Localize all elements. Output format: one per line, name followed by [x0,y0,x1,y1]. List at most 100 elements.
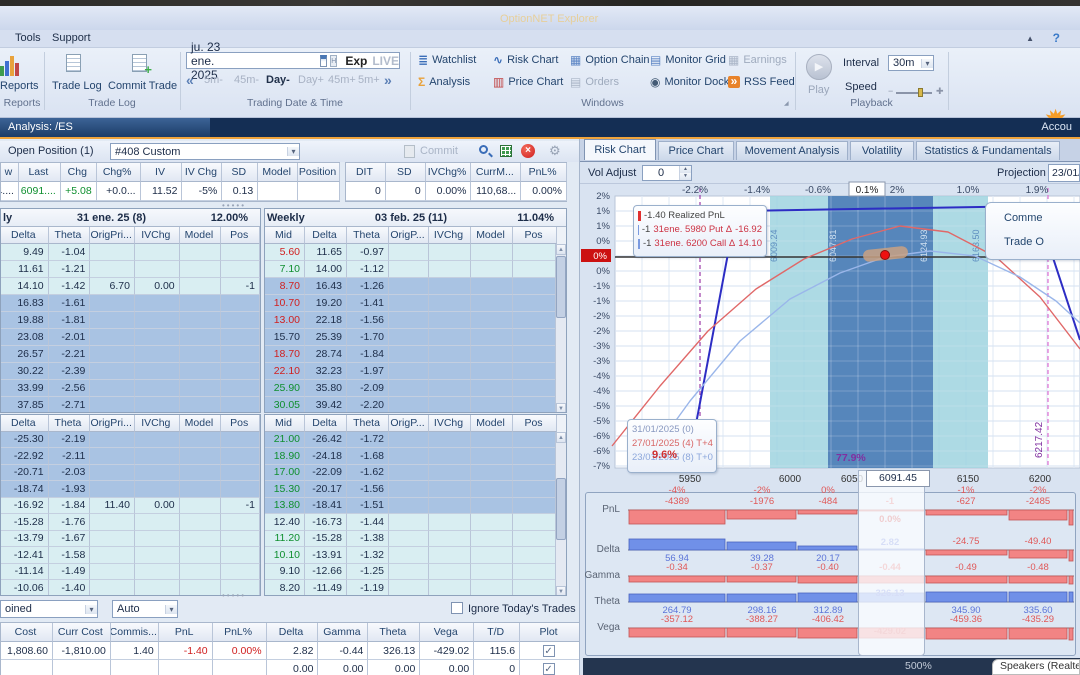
summary-col-header[interactable]: CurrM... [471,163,522,182]
summary-col-header[interactable]: Chg [60,163,97,182]
chain-col-header[interactable]: Delta [305,415,347,432]
chain-row[interactable]: -18.74 -1.93 [1,481,260,498]
menu-tools[interactable]: Tools [15,32,41,44]
chain-row[interactable]: -15.28 -1.76 [1,514,260,531]
scrollbar-thumb[interactable] [556,478,566,540]
close-position-icon[interactable]: × [521,144,535,158]
chain-row[interactable]: -20.71 -2.03 [1,464,260,481]
chain-col-header[interactable]: IVChg [429,227,471,244]
chain-row[interactable]: 33.99 -2.56 [1,380,260,397]
time-step-Day-[interactable]: Day- [266,74,290,86]
chain-col-header[interactable]: Model [179,415,222,432]
chain-row[interactable]: 5.60 11.65 -0.97 [265,244,566,261]
current-price-box[interactable]: 6091.45 [866,470,930,487]
totals-col-header[interactable]: Delta [266,623,319,642]
rc-tab-volatility[interactable]: Volatility [850,141,914,160]
chain-row[interactable]: 13.00 22.18 -1.56 [265,312,566,329]
scroll-down-icon[interactable]: ▼ [556,586,566,595]
collapsed-panel-button[interactable]: Trade O [1004,230,1076,254]
step-forward-icon[interactable]: » [384,72,392,88]
chain-row[interactable]: 18.90 -24.18 -1.68 [265,448,566,465]
totals-col-header[interactable]: Plot [520,623,580,642]
chain-row[interactable]: 12.40 -16.73 -1.44 [265,514,566,531]
chain-row[interactable]: 17.00 -22.09 -1.62 [265,464,566,481]
calendar-icon[interactable] [320,54,328,67]
chain-col-header[interactable]: Model [179,227,222,244]
chain-row[interactable]: 18.70 28.74 -1.84 [265,346,566,363]
chain-col-header[interactable]: Mid [265,415,305,432]
chain-col-header[interactable]: IVChg [134,227,180,244]
chain-col-header[interactable]: Delta [1,227,49,244]
totals-col-header[interactable]: Vega [420,623,475,642]
summary-col-header[interactable]: Last [18,163,61,182]
chain-row[interactable]: 22.10 32.23 -1.97 [265,363,566,380]
chain-row[interactable]: -22.92 -2.11 [1,448,260,465]
summary-col-header[interactable]: Position [298,163,340,182]
chain-col-header[interactable]: Delta [305,227,347,244]
chain-col-header[interactable]: Theta [347,415,389,432]
slider-thumb[interactable] [918,88,923,97]
chain-row[interactable]: -11.14 -1.49 [1,563,260,580]
scroll-up-icon[interactable]: ▲ [556,244,566,255]
rc-tab-risk-chart[interactable]: Risk Chart [584,139,656,160]
summary-col-header[interactable]: PnL% [521,163,568,182]
chain-row[interactable]: 9.49 -1.04 [1,244,260,261]
greeks-canvas[interactable]: -4389-4%-1976-2%-4840%-1-627-1%-2485-2%0… [584,485,1076,656]
chain-row[interactable]: 15.30 -20.17 -1.56 [265,481,566,498]
window-toggle-risk-chart[interactable]: ∿ Risk Chart [493,54,558,66]
window-toggle-price-chart[interactable]: ▥ Price Chart [493,76,563,88]
corner-expand-icon[interactable]: ◢ [784,100,789,107]
help-icon[interactable]: ? [1053,31,1060,45]
chain-row[interactable]: 30.22 -2.39 [1,363,260,380]
scrollbar-thumb[interactable] [556,256,566,318]
history-icon[interactable]: H [330,54,338,67]
summary-col-header[interactable]: SD [222,163,259,182]
chain-row[interactable]: 15.70 25.39 -1.70 [265,329,566,346]
exp-label[interactable]: Exp [345,54,367,68]
reports-button[interactable]: Reports [0,80,39,92]
trading-date-input[interactable]: ju. 23 ene. 2025 H Exp LIVE [186,40,400,82]
spin-down-icon[interactable]: ▼ [680,173,691,180]
chain-row[interactable]: -13.79 -1.67 [1,530,260,547]
search-icon[interactable] [479,145,488,154]
chain-col-header[interactable]: Theta [48,227,91,244]
summary-col-header[interactable]: IV Chg [182,163,223,182]
window-toggle-rss[interactable]: » RSS Feed [728,75,795,88]
chain-row[interactable]: 25.90 35.80 -2.09 [265,380,566,397]
collapse-ribbon-icon[interactable]: ▲ [1026,34,1034,43]
chain-row[interactable]: 23.08 -2.01 [1,329,260,346]
gear-icon[interactable]: ⚙ [549,143,561,159]
view-mode-select[interactable]: oined ▾ [0,600,98,618]
plot-checkbox[interactable]: ✓ [542,644,555,657]
totals-col-header[interactable]: Gamma [318,623,369,642]
chain-col-header[interactable]: Pos [513,415,557,432]
collapsed-panel-button[interactable]: Comme [1004,206,1076,230]
chain-row[interactable]: 11.61 -1.21 [1,261,260,278]
rc-tab-movement-analysis[interactable]: Movement Analysis [736,141,848,160]
chain-row[interactable]: 11.20 -15.28 -1.38 [265,530,566,547]
scrollbar[interactable]: ▲ ▼ [555,432,566,595]
chain-row[interactable]: 19.88 -1.81 [1,312,260,329]
account-label[interactable]: Accou [1041,121,1072,133]
totals-col-header[interactable]: PnL% [212,623,267,642]
chain-col-header[interactable]: OrigPri... [90,227,135,244]
totals-col-header[interactable]: Commis... [110,623,159,642]
position-selector[interactable]: #408 Custom ▾ [110,143,300,160]
summary-col-header[interactable]: SD [385,163,426,182]
window-toggle-monitor-grid[interactable]: ▤ Monitor Grid [650,54,726,66]
totals-col-header[interactable]: Theta [368,623,421,642]
summary-col-header[interactable]: w [1,163,19,182]
summary-col-header[interactable]: Chg% [96,163,141,182]
rc-tab-statistics-fundamentals[interactable]: Statistics & Fundamentals [916,141,1060,160]
export-icon[interactable] [500,145,512,157]
chain-row[interactable]: -12.41 -1.58 [1,547,260,564]
chain-row[interactable]: 13.80 -18.41 -1.51 [265,497,566,514]
totals-col-header[interactable]: PnL [158,623,213,642]
rc-tab-price-chart[interactable]: Price Chart [658,141,734,160]
chain-col-header[interactable]: IVChg [134,415,180,432]
commit-button[interactable]: Commit [420,145,458,157]
audio-device-popup[interactable]: Speakers (Realtek [992,659,1080,675]
scrollbar[interactable]: ▲ ▼ [555,244,566,412]
spin-up-icon[interactable]: ▲ [680,166,691,173]
play-button[interactable]: ▶ [806,54,832,80]
